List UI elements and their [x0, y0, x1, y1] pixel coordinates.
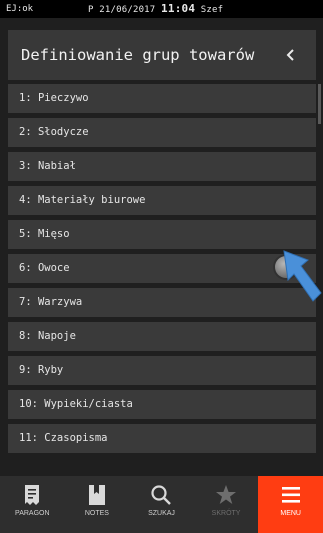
receipt-icon	[25, 485, 40, 505]
page-header: Definiowanie grup towarów	[8, 30, 316, 80]
list-item-label: 2: Słodycze	[19, 126, 89, 138]
list-scrollbar[interactable]	[318, 84, 321, 124]
nav-paragon[interactable]: PARAGON	[0, 476, 65, 533]
list-item-label: 9: Ryby	[19, 364, 64, 376]
list-item[interactable]: 8: Napoje	[8, 322, 316, 351]
status-ej: EJ:ok	[6, 4, 34, 14]
list-item[interactable]: 11: Czasopisma	[8, 424, 316, 453]
star-icon	[216, 485, 237, 504]
back-button[interactable]	[266, 30, 316, 80]
list-item[interactable]: 5: Mięso	[8, 220, 316, 249]
status-bar: EJ:ok P 21/06/2017 11:04 Szef	[0, 0, 323, 18]
pointer-arrow-icon	[283, 250, 322, 302]
nav-label: MENU	[280, 510, 301, 517]
chevron-left-icon	[286, 49, 294, 61]
nav-szukaj[interactable]: SZUKAJ	[129, 476, 194, 533]
bottom-nav: PARAGON NOTES SZUKAJ SKRÓTY MENU	[0, 476, 323, 533]
list-item-label: 10: Wypieki/ciasta	[19, 398, 133, 410]
list-item[interactable]: 9: Ryby	[8, 356, 316, 385]
list-item-label: 3: Nabiał	[19, 160, 76, 172]
status-time: 11:04	[161, 2, 196, 15]
list-item-label: 5: Mięso	[19, 228, 70, 240]
status-datetime: P 21/06/2017 11:04 Szef	[88, 0, 223, 19]
list-item[interactable]: 1: Pieczywo	[8, 84, 316, 113]
list-item-label: 4: Materiały biurowe	[19, 194, 146, 206]
list-item[interactable]: 6: Owoce	[8, 254, 316, 283]
nav-label: SZUKAJ	[148, 510, 175, 517]
nav-label: PARAGON	[15, 510, 50, 517]
menu-icon	[281, 487, 300, 503]
list-item[interactable]: 7: Warzywa	[8, 288, 316, 317]
nav-label: NOTES	[84, 510, 109, 517]
product-group-list[interactable]: 1: Pieczywo 2: Słodycze 3: Nabiał 4: Mat…	[8, 84, 316, 463]
nav-skroty[interactable]: SKRÓTY	[194, 476, 259, 533]
nav-menu[interactable]: MENU	[258, 476, 323, 533]
status-user: Szef	[200, 5, 224, 15]
nav-notes[interactable]: NOTES	[65, 476, 130, 533]
list-item-label: 11: Czasopisma	[19, 432, 108, 444]
page-title: Definiowanie grup towarów	[21, 46, 255, 64]
list-item-label: 6: Owoce	[19, 262, 70, 274]
list-item-label: 7: Warzywa	[19, 296, 83, 308]
bookmark-icon	[88, 485, 105, 505]
list-item[interactable]: 4: Materiały biurowe	[8, 186, 316, 215]
list-item[interactable]: 2: Słodycze	[8, 118, 316, 147]
status-date: P 21/06/2017	[88, 5, 156, 15]
list-item-label: 1: Pieczywo	[19, 92, 89, 104]
list-item[interactable]: 10: Wypieki/ciasta	[8, 390, 316, 419]
list-item-label: 8: Napoje	[19, 330, 76, 342]
search-icon	[151, 485, 172, 505]
list-item[interactable]: 3: Nabiał	[8, 152, 316, 181]
nav-label: SKRÓTY	[211, 510, 241, 517]
